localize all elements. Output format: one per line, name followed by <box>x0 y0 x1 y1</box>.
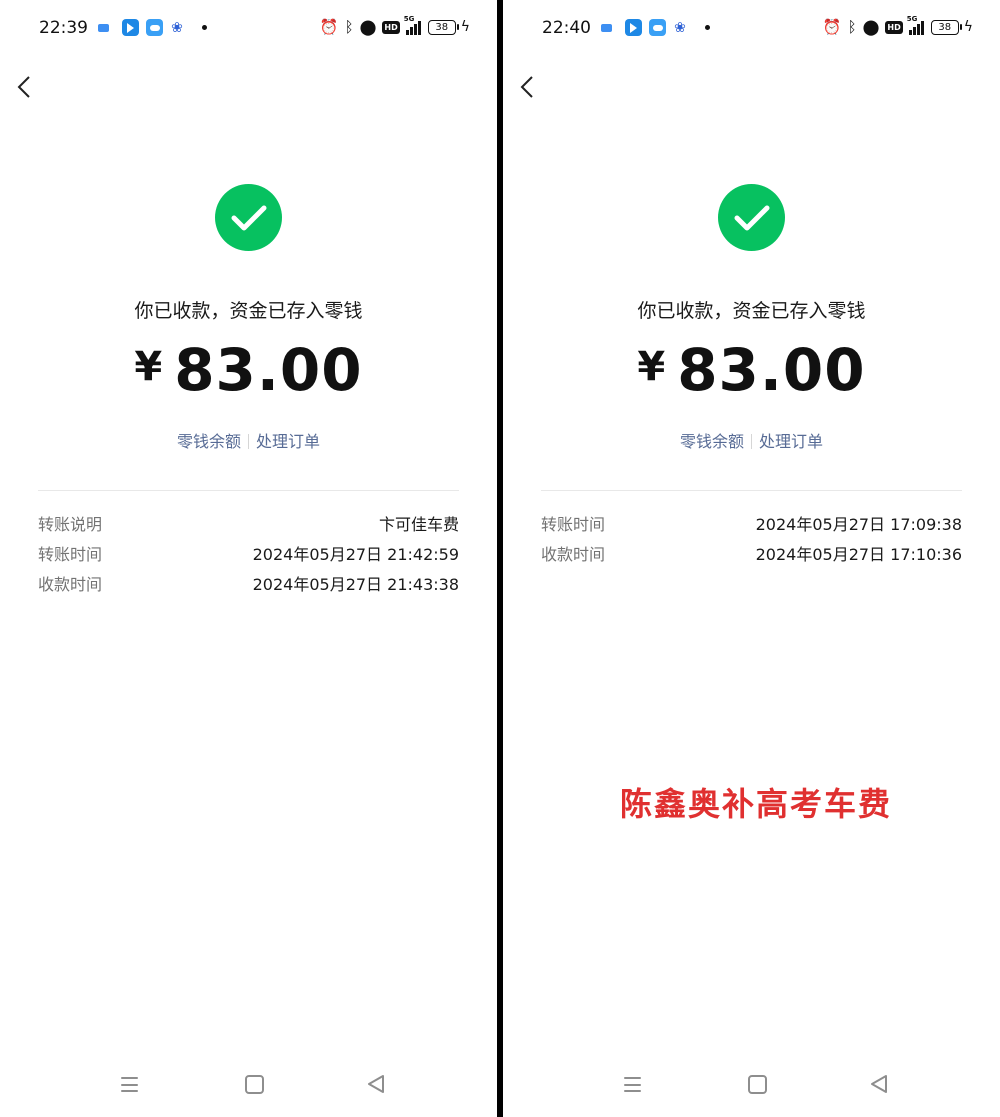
currency-symbol: ¥ <box>134 344 163 390</box>
receive-message: 你已收款，资金已存入零钱 <box>134 300 363 322</box>
alarm-icon: ⏰ <box>822 18 842 36</box>
details-divider <box>541 490 962 491</box>
detail-row-receive-time: 收款时间 2024年05月27日 21:43:38 <box>38 571 459 595</box>
detail-row-note: 转账说明 卞可佳车费 <box>38 511 459 535</box>
detail-value: 2024年05月27日 21:42:59 <box>252 545 459 564</box>
balance-link[interactable]: 零钱余额 <box>680 432 744 451</box>
status-bar: 22:39 ❀ ⏰ ᛒ ⬤ HD 5G 38 ϟ <box>0 0 497 58</box>
phone-screen-right: 22:40 ❀ ⏰ ᛒ ⬤ HD 5G 38 ϟ 你已收款，资金已存入零钱 ¥ … <box>503 0 1000 1117</box>
amount-value: 83.00 <box>677 336 866 404</box>
orders-link[interactable]: 处理订单 <box>759 432 823 451</box>
battery-icon: 38 <box>930 19 962 35</box>
detail-label: 收款时间 <box>38 575 103 594</box>
balance-link[interactable]: 零钱余额 <box>177 432 241 451</box>
weather-icon <box>146 19 163 36</box>
detail-value: 卞可佳车费 <box>378 515 459 534</box>
back-icon[interactable] <box>367 1074 385 1094</box>
annotation-text: 陈鑫奥补高考车费 <box>620 785 893 823</box>
detail-row-transfer-time: 转账时间 2024年05月27日 17:09:38 <box>541 511 962 535</box>
hd-icon: HD <box>885 20 903 34</box>
navigation-bar <box>0 1057 497 1117</box>
amount-value: 83.00 <box>174 336 363 404</box>
status-time: 22:40 <box>542 18 591 38</box>
back-icon[interactable] <box>870 1074 888 1094</box>
baidu-paw-icon: ❀ <box>171 19 183 36</box>
charging-icon: ϟ <box>963 19 973 35</box>
detail-label: 转账时间 <box>541 515 606 534</box>
detail-label: 收款时间 <box>541 545 606 564</box>
action-links: 零钱余额 处理订单 <box>503 428 1000 452</box>
map-app-icon <box>625 19 642 36</box>
status-time: 22:39 <box>39 18 88 38</box>
navigation-bar <box>503 1057 1000 1117</box>
composite-screenshot: 22:39 ❀ ⏰ ᛒ ⬤ HD 5G 38 ϟ 你已收款，资金已存入零钱 ¥ … <box>0 0 1000 1117</box>
status-system-icons: ⏰ ᛒ ⬤ HD 5G 38 ϟ <box>817 15 973 37</box>
detail-label: 转账说明 <box>38 515 103 534</box>
signal-5g-icon: 5G <box>404 15 422 35</box>
charging-icon: ϟ <box>460 19 470 35</box>
map-app-icon <box>122 19 139 36</box>
receive-message: 你已收款，资金已存入零钱 <box>637 300 866 322</box>
hd-icon: HD <box>382 20 400 34</box>
amount: ¥83.00 <box>0 336 497 404</box>
baidu-paw-icon: ❀ <box>674 19 686 36</box>
currency-symbol: ¥ <box>637 344 666 390</box>
notification-dot-icon <box>705 25 710 30</box>
home-icon[interactable] <box>245 1075 264 1094</box>
detail-row-transfer-time: 转账时间 2024年05月27日 21:42:59 <box>38 541 459 565</box>
message-icon <box>98 23 109 32</box>
details-divider <box>38 490 459 491</box>
amount: ¥83.00 <box>503 336 1000 404</box>
weather-icon <box>649 19 666 36</box>
menu-icon[interactable] <box>624 1077 641 1092</box>
location-icon: ⬤ <box>862 18 880 36</box>
link-divider <box>248 434 249 449</box>
bluetooth-icon: ᛒ <box>847 18 857 36</box>
link-divider <box>751 434 752 449</box>
back-arrow-icon[interactable] <box>17 76 31 98</box>
detail-value: 2024年05月27日 21:43:38 <box>252 575 459 594</box>
action-links: 零钱余额 处理订单 <box>0 428 497 452</box>
back-arrow-icon[interactable] <box>520 76 534 98</box>
alarm-icon: ⏰ <box>319 18 339 36</box>
detail-row-receive-time: 收款时间 2024年05月27日 17:10:36 <box>541 541 962 565</box>
status-app-icons: ❀ <box>601 19 710 36</box>
detail-value: 2024年05月27日 17:09:38 <box>755 515 962 534</box>
status-system-icons: ⏰ ᛒ ⬤ HD 5G 38 ϟ <box>314 15 470 37</box>
menu-icon[interactable] <box>121 1077 138 1092</box>
bluetooth-icon: ᛒ <box>344 18 354 36</box>
notification-dot-icon <box>202 25 207 30</box>
battery-icon: 38 <box>427 19 459 35</box>
detail-value: 2024年05月27日 17:10:36 <box>755 545 962 564</box>
home-icon[interactable] <box>748 1075 767 1094</box>
status-bar: 22:40 ❀ ⏰ ᛒ ⬤ HD 5G 38 ϟ <box>503 0 1000 58</box>
location-icon: ⬤ <box>359 18 377 36</box>
success-check-icon <box>718 184 785 251</box>
success-check-icon <box>215 184 282 251</box>
signal-5g-icon: 5G <box>907 15 925 35</box>
status-app-icons: ❀ <box>98 19 207 36</box>
orders-link[interactable]: 处理订单 <box>256 432 320 451</box>
message-icon <box>601 23 612 32</box>
detail-label: 转账时间 <box>38 545 103 564</box>
phone-screen-left: 22:39 ❀ ⏰ ᛒ ⬤ HD 5G 38 ϟ 你已收款，资金已存入零钱 ¥ … <box>0 0 497 1117</box>
